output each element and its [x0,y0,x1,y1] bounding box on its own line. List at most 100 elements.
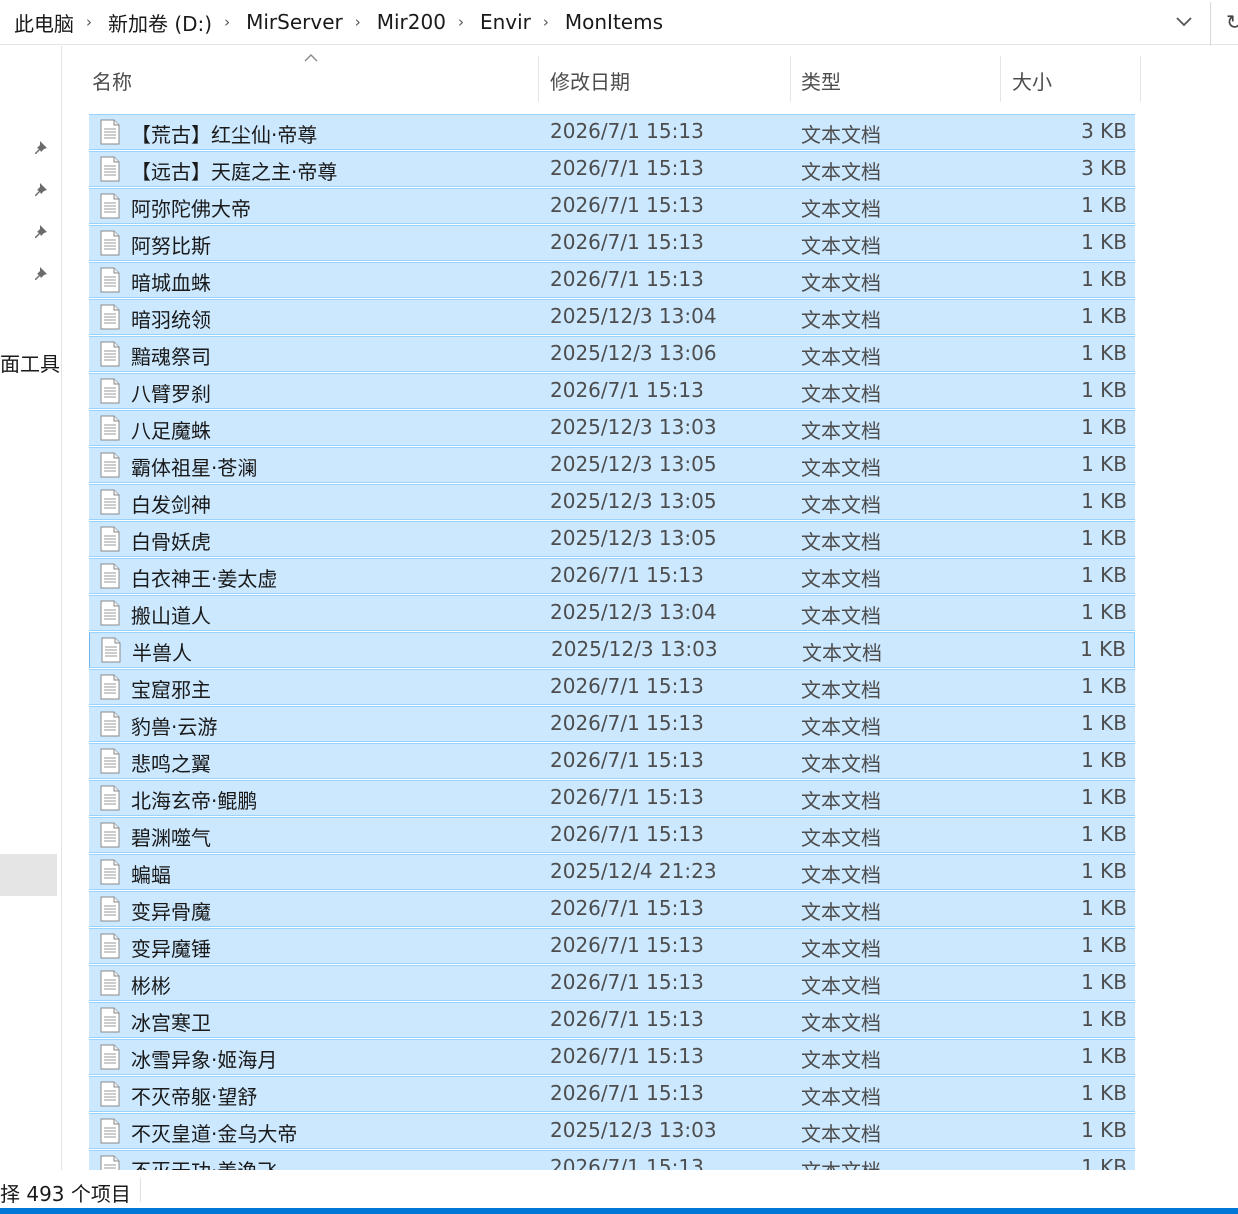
text-file-icon [99,230,121,256]
file-type: 文本文档 [801,567,881,591]
file-date-modified: 2026/7/1 15:13 [550,119,704,143]
file-row[interactable]: 变异骨魔 2026/7/1 15:13 文本文档 1 KB [89,891,1135,927]
column-header-type[interactable]: 类型 [801,58,999,102]
file-type: 文本文档 [801,493,881,517]
breadcrumb-item[interactable]: Mir200 [363,10,452,34]
column-divider[interactable] [1140,56,1141,102]
breadcrumb-item[interactable]: 新加卷 (D:) [94,8,218,37]
breadcrumb-item[interactable]: 此电脑 [0,8,80,37]
column-header-size[interactable]: 大小 [1012,58,1138,102]
pin-icon[interactable] [32,222,52,242]
text-file-icon [99,896,121,922]
text-file-icon [99,822,121,848]
file-row[interactable]: 搬山道人 2025/12/3 13:04 文本文档 1 KB [89,595,1135,631]
file-row[interactable]: 八臂罗刹 2026/7/1 15:13 文本文档 1 KB [89,373,1135,409]
file-row[interactable]: 豹兽·云游 2026/7/1 15:13 文本文档 1 KB [89,706,1135,742]
window-accent-border [0,1208,1238,1214]
file-row[interactable]: 【远古】天庭之主·帝尊 2026/7/1 15:13 文本文档 3 KB [89,151,1135,187]
text-file-icon [99,193,121,219]
text-file-icon [99,674,121,700]
column-divider[interactable] [538,56,539,102]
file-row[interactable]: 黯魂祭司 2025/12/3 13:06 文本文档 1 KB [89,336,1135,372]
file-row[interactable]: 北海玄帝·鲲鹏 2026/7/1 15:13 文本文档 1 KB [89,780,1135,816]
file-name: 阿努比斯 [131,234,211,258]
file-row[interactable]: 白骨妖虎 2025/12/3 13:05 文本文档 1 KB [89,521,1135,557]
file-date-modified: 2026/7/1 15:13 [550,711,704,735]
chevron-right-icon[interactable]: › [349,13,363,31]
pin-icon[interactable] [32,180,52,200]
file-date-modified: 2025/12/3 13:03 [550,1118,717,1142]
chevron-right-icon[interactable]: › [80,13,94,31]
file-row[interactable]: 冰宫寒卫 2026/7/1 15:13 文本文档 1 KB [89,1002,1135,1038]
file-name: 变异骨魔 [131,900,211,924]
file-date-modified: 2026/7/1 15:13 [550,193,704,217]
file-row[interactable]: 半兽人 2025/12/3 13:03 文本文档 1 KB [89,632,1135,668]
breadcrumb-item[interactable]: Envir [466,10,537,34]
file-row[interactable]: 彬彬 2026/7/1 15:13 文本文档 1 KB [89,965,1135,1001]
column-header-name[interactable]: 名称 [92,58,537,102]
chevron-right-icon[interactable]: › [218,13,232,31]
file-row[interactable]: 不灭皇道·金乌大帝 2025/12/3 13:03 文本文档 1 KB [89,1113,1135,1149]
file-name: 【远古】天庭之主·帝尊 [131,160,338,184]
file-row[interactable]: 霸体祖星·苍澜 2025/12/3 13:05 文本文档 1 KB [89,447,1135,483]
file-row[interactable]: 变异魔锤 2026/7/1 15:13 文本文档 1 KB [89,928,1135,964]
file-name: 【荒古】红尘仙·帝尊 [131,123,318,147]
file-row[interactable]: 宝窟邪主 2026/7/1 15:13 文本文档 1 KB [89,669,1135,705]
column-divider[interactable] [1000,56,1001,102]
breadcrumb-item[interactable]: MonItems [551,10,669,34]
file-date-modified: 2026/7/1 15:13 [550,1007,704,1031]
file-row[interactable]: 碧渊噬气 2026/7/1 15:13 文本文档 1 KB [89,817,1135,853]
file-name: 黯魂祭司 [131,345,211,369]
text-file-icon [99,378,121,404]
refresh-icon[interactable]: ↻ [1226,10,1238,34]
file-date-modified: 2025/12/3 13:05 [550,526,717,550]
file-name: 霸体祖星·苍澜 [131,456,258,480]
file-type: 文本文档 [801,974,881,998]
text-file-icon [99,1007,121,1033]
file-row[interactable]: 暗城血蛛 2026/7/1 15:13 文本文档 1 KB [89,262,1135,298]
file-row[interactable]: 暗羽统领 2025/12/3 13:04 文本文档 1 KB [89,299,1135,335]
file-row[interactable]: 蝙蝠 2025/12/4 21:23 文本文档 1 KB [89,854,1135,890]
file-size: 1 KB [1081,1155,1127,1170]
nav-item-label[interactable]: 面工具 [0,348,60,377]
file-name: 不灭皇道·金乌大帝 [131,1122,298,1146]
file-size: 1 KB [1081,526,1127,550]
text-file-icon [99,1044,121,1070]
selection-count: 择 493 个项目 [0,1182,131,1206]
file-type: 文本文档 [801,715,881,739]
file-name: 八足魔蛛 [131,419,211,443]
chevron-right-icon[interactable]: › [452,13,466,31]
file-name: 悲鸣之翼 [131,752,211,776]
nav-item-selected[interactable] [0,854,57,896]
pin-icon[interactable] [32,264,52,284]
file-row[interactable]: 阿弥陀佛大帝 2026/7/1 15:13 文本文档 1 KB [89,188,1135,224]
file-size: 1 KB [1081,489,1127,513]
breadcrumb-item[interactable]: MirServer [232,10,349,34]
address-bar[interactable]: 此电脑 › 新加卷 (D:) › MirServer › Mir200 › Envir › MonI… [0,0,1238,46]
file-row[interactable]: 不灭帝躯·望舒 2026/7/1 15:13 文本文档 1 KB [89,1076,1135,1112]
file-type: 文本文档 [802,641,882,665]
column-header-date[interactable]: 修改日期 [550,58,788,102]
file-date-modified: 2026/7/1 15:13 [550,674,704,698]
chevron-right-icon[interactable]: › [537,13,551,31]
file-row[interactable]: 八足魔蛛 2025/12/3 13:03 文本文档 1 KB [89,410,1135,446]
file-row[interactable]: 白衣神王·姜太虚 2026/7/1 15:13 文本文档 1 KB [89,558,1135,594]
file-row[interactable]: 不灭天功·姜逸飞 2026/7/1 15:13 文本文档 1 KB [89,1150,1135,1170]
file-row[interactable]: 悲鸣之翼 2026/7/1 15:13 文本文档 1 KB [89,743,1135,779]
file-row[interactable]: 白发剑神 2025/12/3 13:05 文本文档 1 KB [89,484,1135,520]
file-list[interactable]: 【荒古】红尘仙·帝尊 2026/7/1 15:13 文本文档 3 KB 【远古】天庭之主… [89,114,1136,1170]
file-row[interactable]: 阿努比斯 2026/7/1 15:13 文本文档 1 KB [89,225,1135,261]
text-file-icon [99,267,121,293]
file-size: 1 KB [1081,859,1127,883]
file-date-modified: 2026/7/1 15:13 [550,748,704,772]
file-row[interactable]: 冰雪异象·姬海月 2026/7/1 15:13 文本文档 1 KB [89,1039,1135,1075]
text-file-icon [99,1081,121,1107]
pin-icon[interactable] [32,138,52,158]
file-type: 文本文档 [801,1048,881,1072]
file-name: 碧渊噬气 [131,826,211,850]
address-dropdown-button[interactable] [1170,8,1198,36]
file-size: 1 KB [1081,415,1127,439]
file-row[interactable]: 【荒古】红尘仙·帝尊 2026/7/1 15:13 文本文档 3 KB [89,114,1135,150]
file-type: 文本文档 [801,382,881,406]
column-divider[interactable] [790,56,791,102]
